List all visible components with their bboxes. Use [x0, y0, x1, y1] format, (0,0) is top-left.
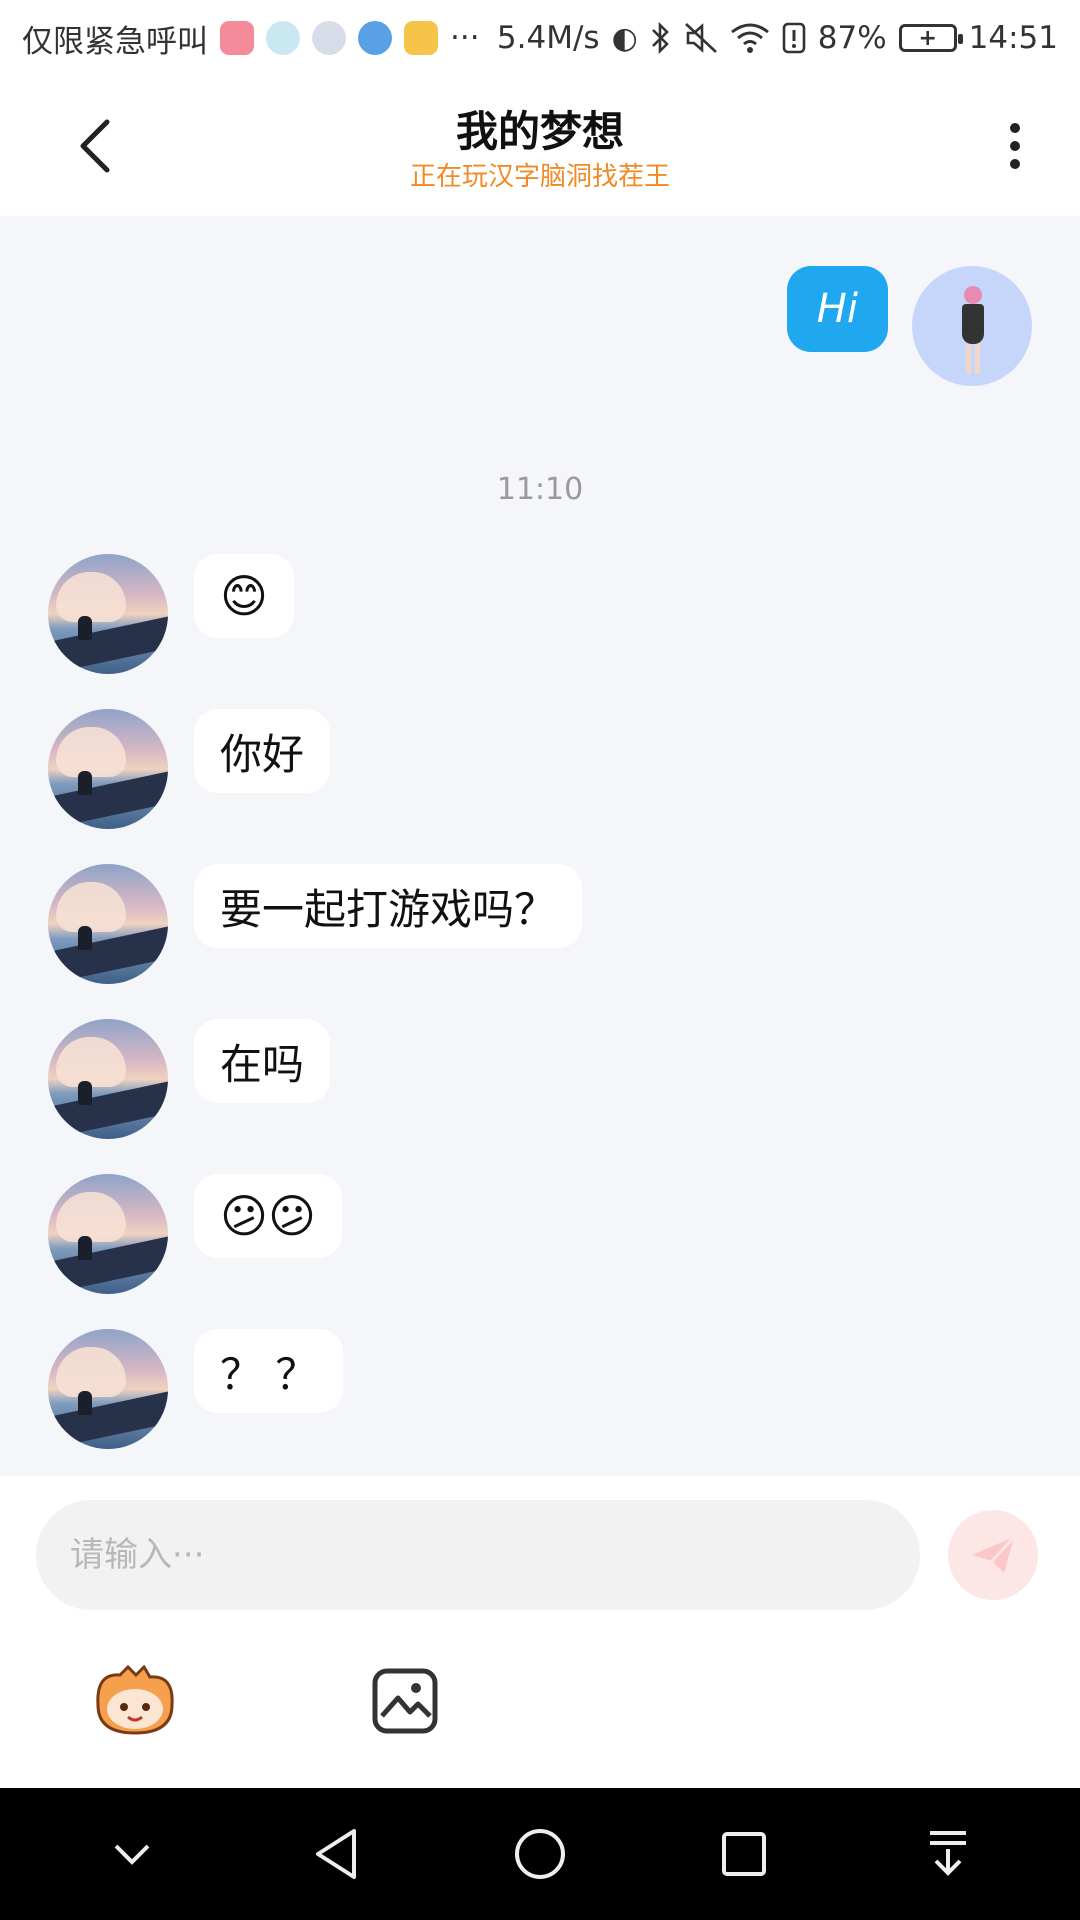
- status-bar: 仅限紧急呼叫 ··· 5.4M/s ◐ 87% + 14:51: [0, 0, 1080, 76]
- chat-header: 我的梦想 正在玩汉字脑洞找茬王: [0, 76, 1080, 216]
- my-message-bubble[interactable]: Hi: [786, 266, 888, 352]
- image-icon: [372, 1668, 438, 1734]
- sticker-button[interactable]: [90, 1656, 180, 1746]
- system-nav-bar: [0, 1788, 1080, 1920]
- book-app-icon: [220, 21, 254, 55]
- nav-notifications-button[interactable]: [903, 1809, 993, 1899]
- presence-status: 正在玩汉字脑洞找茬王: [409, 162, 670, 192]
- mute-icon: [684, 22, 718, 54]
- battery-icon: +: [898, 24, 963, 52]
- more-vertical-icon: [1010, 123, 1020, 133]
- send-button[interactable]: [948, 1510, 1038, 1600]
- send-icon: [972, 1535, 1016, 1573]
- gallery-app-icon: [404, 21, 438, 55]
- message-row: ？ ？: [48, 1329, 344, 1449]
- message-row: 在吗: [48, 1019, 331, 1139]
- more-options-button[interactable]: [980, 106, 1050, 186]
- nav-collapse-button[interactable]: [87, 1809, 177, 1899]
- nav-home-button[interactable]: [495, 1809, 585, 1899]
- nav-recents-button[interactable]: [699, 1809, 789, 1899]
- bluetooth-icon: [650, 21, 672, 55]
- browser-app-icon: [266, 21, 300, 55]
- message-row: 你好: [48, 709, 331, 829]
- my-message-row: Hi: [786, 266, 1032, 386]
- message-row: 要一起打游戏吗？: [48, 864, 583, 984]
- contact-avatar[interactable]: [48, 554, 168, 674]
- message-bubble[interactable]: ？ ？: [194, 1329, 344, 1413]
- my-avatar[interactable]: [912, 266, 1032, 386]
- net-speed: 5.4M/s: [496, 20, 600, 56]
- circle-home-icon: [515, 1829, 565, 1879]
- data-saver-icon: ◐: [611, 20, 638, 56]
- message-bubble[interactable]: 😕😕: [194, 1174, 342, 1258]
- contact-avatar[interactable]: [48, 1019, 168, 1139]
- pull-down-icon: [930, 1831, 966, 1876]
- wifi-icon: [730, 22, 770, 54]
- chevron-down-icon: [114, 1844, 150, 1865]
- contact-avatar[interactable]: [48, 864, 168, 984]
- alert-icon: [782, 22, 806, 54]
- contact-avatar[interactable]: [48, 1174, 168, 1294]
- battery-percent: 87%: [817, 20, 887, 56]
- message-bubble[interactable]: 你好: [194, 709, 331, 793]
- message-bubble[interactable]: 😊: [194, 554, 294, 638]
- image-button[interactable]: [360, 1656, 450, 1746]
- triangle-back-icon: [316, 1829, 356, 1879]
- message-row: 😕😕: [48, 1174, 342, 1294]
- square-recents-icon: [722, 1832, 766, 1876]
- message-bubble[interactable]: 在吗: [194, 1019, 331, 1103]
- message-input[interactable]: [36, 1500, 920, 1610]
- contact-avatar[interactable]: [48, 709, 168, 829]
- message-list[interactable]: Hi 11:10 😊 你好 要一起打游戏吗？ 在吗 😕😕 ？ ？: [0, 216, 1080, 1476]
- carrier-text: 仅限紧急呼叫: [22, 23, 208, 60]
- video-app-icon: [312, 21, 346, 55]
- globe-app-icon: [358, 21, 392, 55]
- clock: 14:51: [968, 20, 1058, 56]
- page-title: 我的梦想: [455, 107, 624, 156]
- message-row: 😊: [48, 554, 294, 674]
- message-bubble[interactable]: 要一起打游戏吗？: [194, 864, 583, 948]
- composer-panel: [0, 1476, 1080, 1788]
- contact-avatar[interactable]: [48, 1329, 168, 1449]
- mascot-sticker-icon: [96, 1665, 174, 1735]
- message-timestamp: 11:10: [496, 472, 584, 507]
- more-notifications-icon: ···: [450, 20, 480, 56]
- nav-back-button[interactable]: [291, 1809, 381, 1899]
